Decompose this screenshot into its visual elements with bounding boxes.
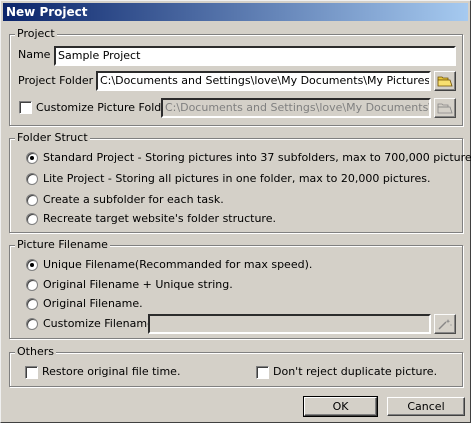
restore-file-time-label: Restore original file time. bbox=[42, 365, 181, 378]
lite-project-radio[interactable] bbox=[26, 173, 38, 185]
filename-wizard-icon bbox=[438, 319, 452, 330]
original-filename-radio[interactable] bbox=[26, 298, 38, 310]
others-legend: Others bbox=[15, 345, 56, 359]
recreate-structure-label: Recreate target website's folder structu… bbox=[43, 212, 276, 225]
duplicate-picture-checkbox[interactable] bbox=[256, 366, 269, 379]
unique-filename-label: Unique Filename(Recommanded for max spee… bbox=[43, 258, 313, 271]
recreate-structure-radio[interactable] bbox=[26, 213, 38, 225]
browse-folder-button[interactable] bbox=[434, 71, 456, 91]
folder-struct-legend: Folder Struct bbox=[15, 131, 90, 145]
subfolder-per-task-label: Create a subfolder for each task. bbox=[43, 193, 224, 206]
filename-wizard-button bbox=[434, 314, 456, 334]
ok-button[interactable]: OK bbox=[303, 396, 378, 417]
original-plus-unique-label: Original Filename + Unique string. bbox=[43, 278, 233, 291]
title-bar[interactable]: New Project bbox=[3, 3, 468, 21]
original-plus-unique-radio[interactable] bbox=[26, 279, 38, 291]
customize-filename-label: Customize Filename: bbox=[43, 317, 158, 330]
customize-folder-field: C:\Documents and Settings\love\My Docume… bbox=[161, 98, 431, 118]
duplicate-picture-label: Don't reject duplicate picture. bbox=[273, 365, 438, 378]
customize-folder-checkbox[interactable] bbox=[19, 101, 32, 114]
browse-custom-folder-button bbox=[434, 98, 456, 118]
folder-icon bbox=[437, 103, 453, 114]
cancel-button[interactable]: Cancel bbox=[387, 397, 465, 416]
lite-project-label: Lite Project - Storing all pictures in o… bbox=[43, 172, 431, 185]
restore-file-time-checkbox[interactable] bbox=[25, 366, 38, 379]
project-folder-label: Project Folder bbox=[18, 74, 94, 87]
name-label: Name bbox=[18, 48, 51, 61]
name-field[interactable]: Sample Project bbox=[54, 46, 456, 66]
picture-filename-legend: Picture Filename bbox=[15, 238, 110, 252]
original-filename-label: Original Filename. bbox=[43, 297, 143, 310]
new-project-dialog: New Project Project Name Sample Project … bbox=[0, 0, 471, 423]
unique-filename-radio[interactable] bbox=[26, 259, 38, 271]
customize-filename-radio[interactable] bbox=[26, 318, 38, 330]
custom-filename-field bbox=[148, 314, 431, 334]
customize-folder-label: Customize Picture Folder bbox=[36, 101, 173, 114]
subfolder-per-task-radio[interactable] bbox=[26, 194, 38, 206]
folder-icon bbox=[437, 76, 453, 87]
project-folder-field[interactable]: C:\Documents and Settings\love\My Docume… bbox=[96, 71, 431, 91]
standard-project-label: Standard Project - Storing pictures into… bbox=[43, 151, 471, 164]
standard-project-radio[interactable] bbox=[26, 152, 38, 164]
project-legend: Project bbox=[15, 27, 57, 41]
